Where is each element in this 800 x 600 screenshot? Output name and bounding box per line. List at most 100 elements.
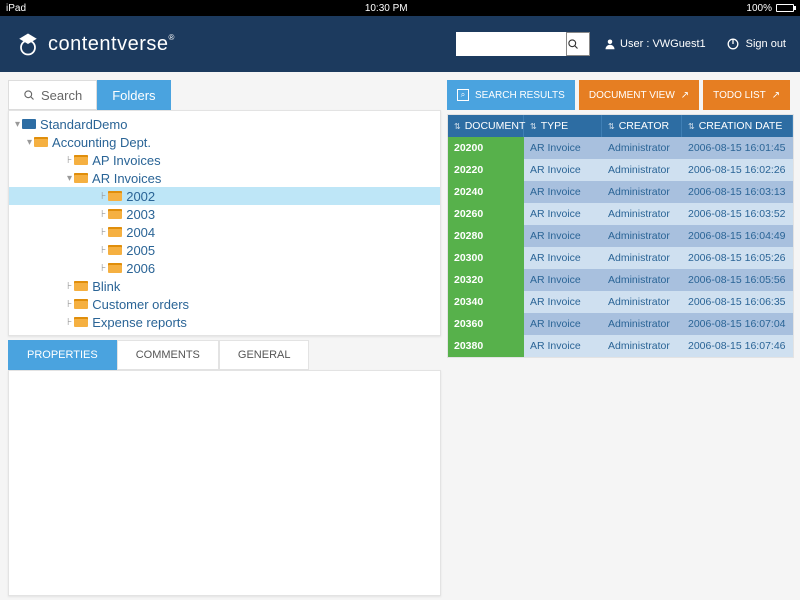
tree-customer-orders[interactable]: ⊦Customer orders <box>9 295 440 313</box>
table-row[interactable]: 20240AR InvoiceAdministrator2006-08-15 1… <box>448 181 793 203</box>
cell-type: AR Invoice <box>524 181 602 203</box>
status-bar: iPad 10:30 PM 100% <box>0 0 800 16</box>
cell-creator: Administrator <box>602 159 682 181</box>
cell-type: AR Invoice <box>524 313 602 335</box>
tree-expense-reports[interactable]: ⊦Expense reports <box>9 313 440 331</box>
table-row[interactable]: 20320AR InvoiceAdministrator2006-08-15 1… <box>448 269 793 291</box>
folder-icon <box>108 245 122 255</box>
cell-date: 2006-08-15 16:03:52 <box>682 203 793 225</box>
cell-creator: Administrator <box>602 247 682 269</box>
sort-icon: ⇅ <box>688 122 695 131</box>
cell-date: 2006-08-15 16:04:49 <box>682 225 793 247</box>
th-creator[interactable]: ⇅CREATOR <box>602 115 682 137</box>
cell-type: AR Invoice <box>524 159 602 181</box>
table-row[interactable]: 20260AR InvoiceAdministrator2006-08-15 1… <box>448 203 793 225</box>
cell-document: 20200 <box>448 137 524 159</box>
power-icon <box>726 37 740 51</box>
table-row[interactable]: 20220AR InvoiceAdministrator2006-08-15 1… <box>448 159 793 181</box>
app-header: contentverse® User : VWGuest1 Sign out <box>0 16 800 72</box>
tab-properties[interactable]: PROPERTIES <box>8 340 117 370</box>
cell-date: 2006-08-15 16:05:56 <box>682 269 793 291</box>
folder-icon <box>74 173 88 183</box>
folder-icon <box>74 155 88 165</box>
tree-2005[interactable]: ⊦2005 <box>9 241 440 259</box>
device-label: iPad <box>6 3 26 14</box>
tree-2002[interactable]: ⊦2002 <box>9 187 440 205</box>
table-row[interactable]: 20200AR InvoiceAdministrator2006-08-15 1… <box>448 137 793 159</box>
cell-date: 2006-08-15 16:05:26 <box>682 247 793 269</box>
chip-todo-list[interactable]: TODO LIST ↗ <box>703 80 790 110</box>
tree-blink[interactable]: ⊦Blink <box>9 277 440 295</box>
folder-icon <box>108 191 122 201</box>
global-search-button[interactable] <box>566 32 590 56</box>
tree-2004[interactable]: ⊦2004 <box>9 223 440 241</box>
cell-date: 2006-08-15 16:06:35 <box>682 291 793 313</box>
cell-document: 20360 <box>448 313 524 335</box>
brand-logo[interactable]: contentverse® <box>14 30 175 58</box>
cell-type: AR Invoice <box>524 335 602 357</box>
tree-test-ui[interactable]: ⊦Test UI <box>9 331 440 336</box>
cell-creator: Administrator <box>602 225 682 247</box>
sort-icon: ⇅ <box>454 122 461 131</box>
tab-general[interactable]: GENERAL <box>219 340 310 370</box>
cell-type: AR Invoice <box>524 137 602 159</box>
cell-type: AR Invoice <box>524 291 602 313</box>
external-link-icon: ↗ <box>772 90 780 101</box>
folder-icon <box>108 263 122 273</box>
folder-icon <box>74 335 88 336</box>
detail-tabs: PROPERTIES COMMENTS GENERAL <box>8 340 441 370</box>
cell-creator: Administrator <box>602 269 682 291</box>
cell-type: AR Invoice <box>524 269 602 291</box>
folder-tree: ▾StandardDemo ▾Accounting Dept. ⊦AP Invo… <box>8 110 441 336</box>
battery-icon <box>776 4 794 12</box>
detail-panel <box>8 370 441 596</box>
th-document[interactable]: ⇅DOCUMENT <box>448 115 524 137</box>
search-icon <box>567 38 579 50</box>
tab-folders[interactable]: Folders <box>97 80 170 110</box>
table-row[interactable]: 20300AR InvoiceAdministrator2006-08-15 1… <box>448 247 793 269</box>
table-row[interactable]: 20380AR InvoiceAdministrator2006-08-15 1… <box>448 335 793 357</box>
cell-document: 20260 <box>448 203 524 225</box>
folder-icon <box>74 281 88 291</box>
cell-date: 2006-08-15 16:07:04 <box>682 313 793 335</box>
table-row[interactable]: 20340AR InvoiceAdministrator2006-08-15 1… <box>448 291 793 313</box>
cell-type: AR Invoice <box>524 247 602 269</box>
cell-date: 2006-08-15 16:01:45 <box>682 137 793 159</box>
th-creation-date[interactable]: ⇅CREATION DATE <box>682 115 793 137</box>
clock: 10:30 PM <box>26 3 746 14</box>
tree-ap-invoices[interactable]: ⊦AP Invoices <box>9 151 440 169</box>
tree-ar-invoices[interactable]: ▾AR Invoices <box>9 169 440 187</box>
th-type[interactable]: ⇅TYPE <box>524 115 602 137</box>
cell-document: 20280 <box>448 225 524 247</box>
tree-root[interactable]: ▾StandardDemo <box>9 115 440 133</box>
external-link-icon: ↗ <box>681 90 689 101</box>
cell-document: 20220 <box>448 159 524 181</box>
folder-icon <box>34 137 48 147</box>
cell-document: 20340 <box>448 291 524 313</box>
global-search <box>456 32 590 56</box>
tree-accounting[interactable]: ▾Accounting Dept. <box>9 133 440 151</box>
folder-icon <box>74 317 88 327</box>
action-bar: ⌕ SEARCH RESULTS DOCUMENT VIEW ↗ TODO LI… <box>447 80 794 110</box>
brand-mark-icon <box>14 30 42 58</box>
global-search-input[interactable] <box>456 32 566 56</box>
tab-comments[interactable]: COMMENTS <box>117 340 219 370</box>
chip-search-results[interactable]: ⌕ SEARCH RESULTS <box>447 80 575 110</box>
tree-2003[interactable]: ⊦2003 <box>9 205 440 223</box>
chip-document-view[interactable]: DOCUMENT VIEW ↗ <box>579 80 699 110</box>
cell-date: 2006-08-15 16:07:46 <box>682 335 793 357</box>
sign-out-button[interactable]: Sign out <box>726 37 786 51</box>
table-row[interactable]: 20360AR InvoiceAdministrator2006-08-15 1… <box>448 313 793 335</box>
folder-icon <box>108 227 122 237</box>
cabinet-icon <box>22 119 36 129</box>
folder-icon <box>74 299 88 309</box>
tree-2006[interactable]: ⊦2006 <box>9 259 440 277</box>
cell-date: 2006-08-15 16:03:13 <box>682 181 793 203</box>
cell-creator: Administrator <box>602 137 682 159</box>
user-badge[interactable]: User : VWGuest1 <box>604 38 706 50</box>
results-table: ⇅DOCUMENT ⇅TYPE ⇅CREATOR ⇅CREATION DATE … <box>447 114 794 358</box>
table-row[interactable]: 20280AR InvoiceAdministrator2006-08-15 1… <box>448 225 793 247</box>
tab-search[interactable]: Search <box>8 80 97 110</box>
user-icon <box>604 38 616 50</box>
folder-icon <box>108 209 122 219</box>
